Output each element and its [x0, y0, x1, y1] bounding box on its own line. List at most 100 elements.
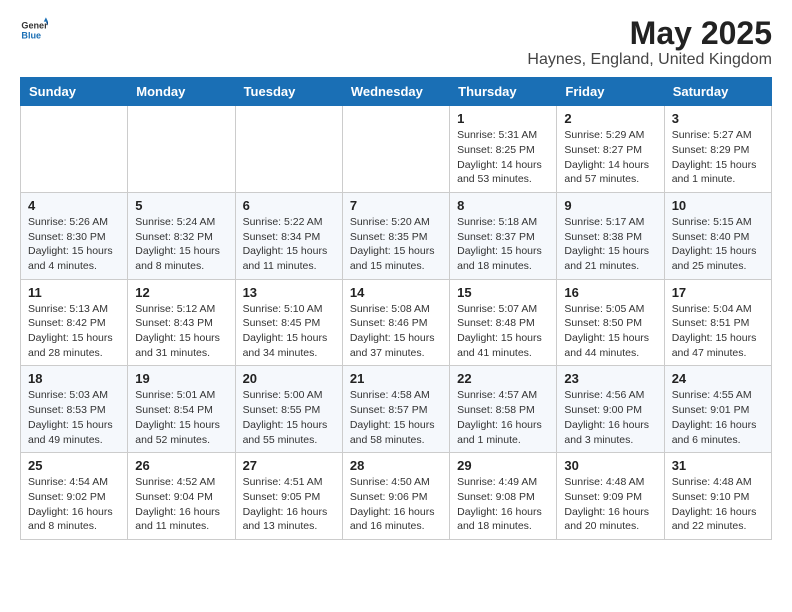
day-number: 7 — [350, 198, 442, 213]
table-row: 27 Sunrise: 4:51 AMSunset: 9:05 PMDayligh… — [235, 453, 342, 540]
table-row: 12 Sunrise: 5:12 AMSunset: 8:43 PMDayligh… — [128, 279, 235, 366]
table-row: 19 Sunrise: 5:01 AMSunset: 8:54 PMDayligh… — [128, 366, 235, 453]
table-row: 25 Sunrise: 4:54 AMSunset: 9:02 PMDayligh… — [21, 453, 128, 540]
calendar-week-row: 1Sunrise: 5:31 AMSunset: 8:25 PMDaylight… — [21, 106, 772, 193]
svg-text:Blue: Blue — [21, 30, 41, 40]
col-thursday: Thursday — [450, 78, 557, 106]
table-row: 17 Sunrise: 5:04 AMSunset: 8:51 PMDayligh… — [664, 279, 771, 366]
table-row: 7 Sunrise: 5:20 AMSunset: 8:35 PMDaylight… — [342, 192, 449, 279]
day-number: 14 — [350, 285, 442, 300]
table-row: 2 Sunrise: 5:29 AMSunset: 8:27 PMDaylight… — [557, 106, 664, 193]
table-row — [21, 106, 128, 193]
day-number: 27 — [243, 458, 335, 473]
day-info: Sunrise: 5:12 AMSunset: 8:43 PMDaylight:… — [135, 302, 227, 361]
day-info: Sunrise: 5:07 AMSunset: 8:48 PMDaylight:… — [457, 302, 549, 361]
col-wednesday: Wednesday — [342, 78, 449, 106]
table-row: 11Sunrise: 5:13 AMSunset: 8:42 PMDayligh… — [21, 279, 128, 366]
table-row: 13 Sunrise: 5:10 AMSunset: 8:45 PMDayligh… — [235, 279, 342, 366]
day-info: Sunrise: 5:05 AMSunset: 8:50 PMDaylight:… — [564, 302, 656, 361]
page-container: General Blue May 2025 Haynes, England, U… — [0, 0, 792, 556]
table-row: 9 Sunrise: 5:17 AMSunset: 8:38 PMDaylight… — [557, 192, 664, 279]
logo-icon: General Blue — [20, 16, 48, 44]
table-row: 28 Sunrise: 4:50 AMSunset: 9:06 PMDayligh… — [342, 453, 449, 540]
table-row: 20Sunrise: 5:00 AMSunset: 8:55 PMDayligh… — [235, 366, 342, 453]
day-info: Sunrise: 5:26 AMSunset: 8:30 PMDaylight:… — [28, 215, 120, 274]
day-info: Sunrise: 5:29 AMSunset: 8:27 PMDaylight:… — [564, 128, 656, 187]
day-info: Sunrise: 4:58 AMSunset: 8:57 PMDaylight:… — [350, 388, 442, 447]
day-number: 19 — [135, 371, 227, 386]
day-info: Sunrise: 4:52 AMSunset: 9:04 PMDaylight:… — [135, 475, 227, 534]
day-number: 16 — [564, 285, 656, 300]
day-info: Sunrise: 4:48 AMSunset: 9:10 PMDaylight:… — [672, 475, 764, 534]
day-info: Sunrise: 4:50 AMSunset: 9:06 PMDaylight:… — [350, 475, 442, 534]
day-number: 9 — [564, 198, 656, 213]
day-info: Sunrise: 5:17 AMSunset: 8:38 PMDaylight:… — [564, 215, 656, 274]
day-number: 3 — [672, 111, 764, 126]
calendar-week-row: 11Sunrise: 5:13 AMSunset: 8:42 PMDayligh… — [21, 279, 772, 366]
col-saturday: Saturday — [664, 78, 771, 106]
location-title: Haynes, England, United Kingdom — [527, 51, 772, 69]
day-info: Sunrise: 4:54 AMSunset: 9:02 PMDaylight:… — [28, 475, 120, 534]
day-info: Sunrise: 4:48 AMSunset: 9:09 PMDaylight:… — [564, 475, 656, 534]
calendar-body: 1Sunrise: 5:31 AMSunset: 8:25 PMDaylight… — [21, 106, 772, 540]
day-info: Sunrise: 4:49 AMSunset: 9:08 PMDaylight:… — [457, 475, 549, 534]
day-info: Sunrise: 5:08 AMSunset: 8:46 PMDaylight:… — [350, 302, 442, 361]
day-info: Sunrise: 4:51 AMSunset: 9:05 PMDaylight:… — [243, 475, 335, 534]
table-row: 5Sunrise: 5:24 AMSunset: 8:32 PMDaylight… — [128, 192, 235, 279]
day-number: 23 — [564, 371, 656, 386]
day-number: 6 — [243, 198, 335, 213]
table-row: 8Sunrise: 5:18 AMSunset: 8:37 PMDaylight… — [450, 192, 557, 279]
table-row: 30 Sunrise: 4:48 AMSunset: 9:09 PMDayligh… — [557, 453, 664, 540]
day-number: 17 — [672, 285, 764, 300]
table-row — [128, 106, 235, 193]
day-number: 11 — [28, 285, 120, 300]
day-number: 10 — [672, 198, 764, 213]
table-row: 3Sunrise: 5:27 AMSunset: 8:29 PMDaylight… — [664, 106, 771, 193]
table-row: 21 Sunrise: 4:58 AMSunset: 8:57 PMDayligh… — [342, 366, 449, 453]
day-info: Sunrise: 5:03 AMSunset: 8:53 PMDaylight:… — [28, 388, 120, 447]
col-tuesday: Tuesday — [235, 78, 342, 106]
day-info: Sunrise: 5:01 AMSunset: 8:54 PMDaylight:… — [135, 388, 227, 447]
day-number: 2 — [564, 111, 656, 126]
day-number: 28 — [350, 458, 442, 473]
day-number: 1 — [457, 111, 549, 126]
calendar-week-row: 4 Sunrise: 5:26 AMSunset: 8:30 PMDaylight… — [21, 192, 772, 279]
day-number: 21 — [350, 371, 442, 386]
day-number: 18 — [28, 371, 120, 386]
table-row: 31 Sunrise: 4:48 AMSunset: 9:10 PMDayligh… — [664, 453, 771, 540]
day-number: 31 — [672, 458, 764, 473]
header: General Blue May 2025 Haynes, England, U… — [20, 16, 772, 69]
day-number: 26 — [135, 458, 227, 473]
day-number: 15 — [457, 285, 549, 300]
day-number: 30 — [564, 458, 656, 473]
day-number: 12 — [135, 285, 227, 300]
table-row: 14 Sunrise: 5:08 AMSunset: 8:46 PMDayligh… — [342, 279, 449, 366]
day-info: Sunrise: 5:04 AMSunset: 8:51 PMDaylight:… — [672, 302, 764, 361]
day-number: 25 — [28, 458, 120, 473]
day-info: Sunrise: 4:57 AMSunset: 8:58 PMDaylight:… — [457, 388, 549, 447]
table-row — [235, 106, 342, 193]
table-row: 1Sunrise: 5:31 AMSunset: 8:25 PMDaylight… — [450, 106, 557, 193]
day-number: 8 — [457, 198, 549, 213]
table-row: 18 Sunrise: 5:03 AMSunset: 8:53 PMDayligh… — [21, 366, 128, 453]
day-number: 4 — [28, 198, 120, 213]
day-info: Sunrise: 5:10 AMSunset: 8:45 PMDaylight:… — [243, 302, 335, 361]
logo: General Blue — [20, 16, 48, 44]
col-sunday: Sunday — [21, 78, 128, 106]
table-row: 6Sunrise: 5:22 AMSunset: 8:34 PMDaylight… — [235, 192, 342, 279]
day-info: Sunrise: 5:20 AMSunset: 8:35 PMDaylight:… — [350, 215, 442, 274]
day-number: 13 — [243, 285, 335, 300]
table-row: 4 Sunrise: 5:26 AMSunset: 8:30 PMDaylight… — [21, 192, 128, 279]
day-number: 22 — [457, 371, 549, 386]
calendar-table: Sunday Monday Tuesday Wednesday Thursday… — [20, 77, 772, 540]
table-row: 24Sunrise: 4:55 AMSunset: 9:01 PMDayligh… — [664, 366, 771, 453]
table-row: 29Sunrise: 4:49 AMSunset: 9:08 PMDayligh… — [450, 453, 557, 540]
calendar-week-row: 18 Sunrise: 5:03 AMSunset: 8:53 PMDayligh… — [21, 366, 772, 453]
calendar-week-row: 25 Sunrise: 4:54 AMSunset: 9:02 PMDayligh… — [21, 453, 772, 540]
day-info: Sunrise: 5:00 AMSunset: 8:55 PMDaylight:… — [243, 388, 335, 447]
day-number: 5 — [135, 198, 227, 213]
col-friday: Friday — [557, 78, 664, 106]
col-monday: Monday — [128, 78, 235, 106]
table-row: 10Sunrise: 5:15 AMSunset: 8:40 PMDayligh… — [664, 192, 771, 279]
day-number: 24 — [672, 371, 764, 386]
